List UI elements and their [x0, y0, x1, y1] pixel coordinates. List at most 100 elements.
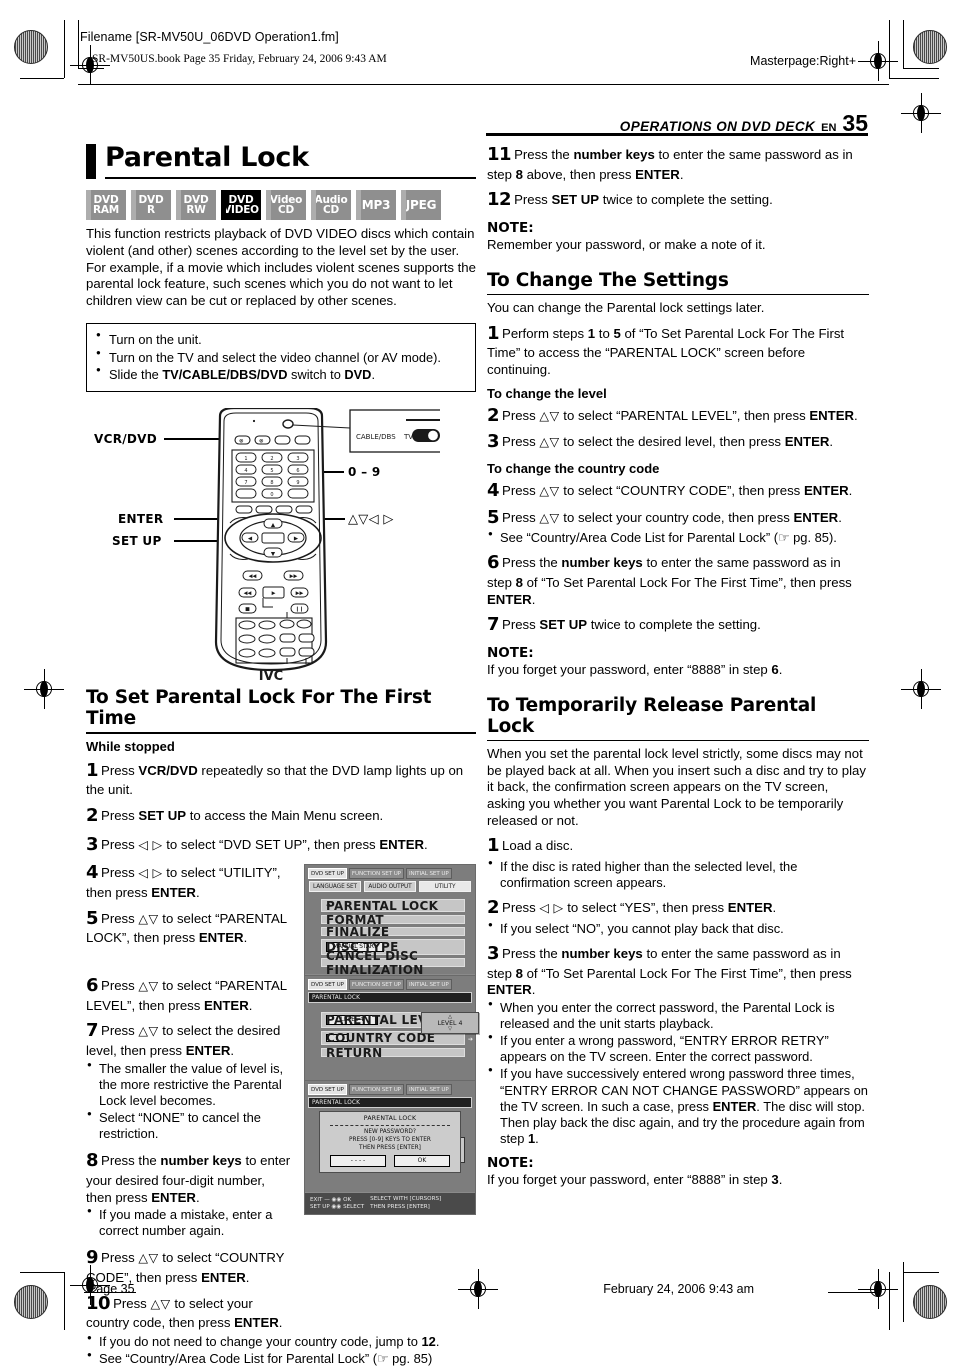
dialog-line-2: PRESS [0-9] KEYS TO ENTER	[349, 1137, 431, 1143]
osd-footer-exit: EXIT	[310, 1196, 323, 1203]
remote-label-vcr-dvd: VCR/DVD	[94, 432, 158, 447]
step-number: 4	[487, 479, 500, 501]
step-number: 1	[86, 759, 99, 781]
osd-tab-function-set-up[interactable]: FUNCTION SET UP	[348, 868, 404, 880]
svg-text:7: 7	[244, 480, 247, 486]
osd-level-popup[interactable]: △ LEVEL 4 ▽	[421, 1012, 479, 1034]
note-heading-2: NOTE:	[487, 645, 534, 662]
format-line2: CD	[322, 204, 340, 217]
step-6: 6 Press △▽ to select “PARENTAL LEVEL”, th…	[86, 975, 287, 1013]
osd-tab-function-set-up[interactable]: FUNCTION SET UP	[348, 979, 404, 990]
registration-target-left-mid	[24, 669, 64, 709]
osd-tab-initial-set-up[interactable]: INITIAL SET UP	[405, 868, 452, 880]
while-stopped-label: While stopped	[86, 738, 175, 754]
dialog-ok-button[interactable]: OK	[394, 1155, 450, 1167]
osd-tab-dvd-set-up[interactable]: DVD SET UP	[308, 979, 347, 990]
note-heading-1: NOTE:	[487, 219, 534, 236]
steps-4-5-text: 4 Press ◁ ▷ to select “UTILITY”, then pre…	[86, 862, 291, 947]
osd-password-dialog: PARENTAL LOCK NEW PASSWORD? PRESS [0-9] …	[319, 1111, 461, 1173]
book-print-line: SR-MV50US.book Page 35 Friday, February …	[92, 53, 387, 65]
svg-text:⊗: ⊗	[239, 439, 244, 445]
right-column: 11 Press the number keys to enter the sam…	[487, 140, 869, 1189]
change-level-step-3: 3 Press △▽ to select the desired level, t…	[487, 431, 834, 453]
osd-subtab-language-set[interactable]: LANGUAGE SET	[309, 881, 361, 893]
release-step-3-bullets: When you enter the correct password, the…	[487, 999, 869, 1147]
crop-line-top-left-v	[64, 20, 65, 78]
format-line1: JPEG	[405, 198, 437, 213]
step-number: 4	[86, 862, 99, 884]
dialog-line-3: THEN PRESS [ENTER]	[359, 1145, 421, 1151]
bullet-item: If the disc is rated higher than the sel…	[487, 858, 869, 891]
svg-text:0: 0	[270, 492, 273, 498]
crop-line-inner-right-h	[903, 68, 939, 69]
format-line2: RAM	[92, 204, 120, 217]
step-number: 5	[487, 506, 500, 528]
running-head-rule	[486, 133, 868, 136]
osd-tab-row: DVD SET UP FUNCTION SET UP INITIAL SET U…	[305, 865, 475, 880]
release-step-1: 1 Load a disc.	[487, 835, 574, 857]
osd-footer-hint-2: THEN PRESS [ENTER]	[370, 1203, 430, 1210]
header-divider-line	[78, 84, 889, 85]
osd-tab-initial-set-up[interactable]: INITIAL SET UP	[405, 979, 452, 990]
dialog-title: PARENTAL LOCK	[363, 1115, 417, 1122]
svg-text:◀◀: ◀◀	[249, 574, 257, 580]
step-number: 6	[487, 552, 500, 574]
format-line2: RW	[186, 204, 206, 217]
change-country-bullets: See “Country/Area Code List for Parental…	[487, 529, 869, 546]
osd-menu-item-finalize[interactable]: FINALIZE	[321, 924, 465, 939]
registration-circle-top-left	[14, 30, 48, 64]
osd-menu-item-return[interactable]: RETURN	[321, 1046, 465, 1060]
format-line2: CD	[277, 204, 295, 217]
osd-tab-dvd-set-up[interactable]: DVD SET UP	[308, 868, 347, 880]
osd-menu-label: PARENTAL LOCK	[326, 898, 439, 913]
osd-tab-function-set-up[interactable]: FUNCTION SET UP	[348, 1084, 404, 1095]
svg-text:▶▶: ▶▶	[296, 591, 304, 597]
note-body-3: If you forget your password, enter “8888…	[487, 1172, 783, 1188]
svg-text:▶▶: ▶▶	[290, 574, 298, 580]
osd-footer-keys: EXIT — ◉◉ OK SET UP ◉◉ SELECT	[310, 1196, 365, 1210]
format-line1: MP3	[361, 198, 391, 213]
step-number: 11	[487, 144, 512, 165]
osd-menu-label: CANCEL DISC FINALIZATION	[326, 948, 424, 977]
section-title-rule	[487, 293, 869, 296]
osd-menu-list: PARENTAL LEVEL LEVEL 4 COUNTRY CODE RETU…	[305, 1006, 479, 1064]
step-number: 7	[86, 1020, 99, 1042]
subheading-change-country-code: To change the country code	[487, 460, 660, 476]
intro-paragraph: This function restricts playback of DVD …	[86, 226, 476, 308]
osd-tab-row: DVD SET UP FUNCTION SET UP INITIAL SET U…	[305, 1081, 475, 1096]
svg-text:4: 4	[244, 468, 247, 474]
osd-banner-parental-lock: PARENTAL LOCK	[308, 992, 472, 1003]
section-title-rule	[487, 739, 869, 742]
svg-text:CABLE/DBS: CABLE/DBS	[356, 433, 396, 441]
osd-subtab-utility[interactable]: UTILITY	[419, 881, 471, 893]
step-number: 2	[487, 897, 500, 919]
osd-subtab-audio-output[interactable]: AUDIO OUTPUT	[364, 881, 416, 893]
format-icon-video-cd: Video CD	[266, 190, 306, 221]
prerequisites-box: Turn on the unit. Turn on the TV and sel…	[86, 323, 476, 393]
step-number: 8	[86, 1150, 99, 1172]
svg-text:■: ■	[245, 607, 250, 613]
release-step-3: 3 Press the number keys to enter the same…	[487, 943, 852, 998]
page-title: Parental Lock	[105, 142, 309, 173]
registration-circle-top-right	[913, 30, 947, 64]
svg-text:⊗: ⊗	[259, 439, 264, 445]
password-input-field[interactable]: - - - -	[330, 1155, 386, 1167]
osd-menu-item-cancel-disc-finalization[interactable]: CANCEL DISC FINALIZATION	[321, 949, 465, 977]
osd-tab-initial-set-up[interactable]: INITIAL SET UP	[405, 1084, 452, 1095]
osd-menu-item-format[interactable]: FORMAT	[321, 913, 465, 927]
osd-tab-dvd-set-up[interactable]: DVD SET UP	[308, 1084, 347, 1095]
dialog-divider	[330, 1125, 450, 1126]
osd-menu-item-parental-lock[interactable]: PARENTAL LOCK ➔	[321, 898, 465, 913]
crop-line-bot-right-h	[903, 1272, 939, 1273]
release-step-2-bullets: If you select “NO”, you cannot play back…	[487, 920, 869, 937]
left-column: Parental Lock DVD RAM DVD R DVD RW DVD V…	[86, 140, 479, 1367]
change-settings-intro: You can change the Parental lock setting…	[487, 300, 765, 316]
registration-target-right-mid2	[901, 669, 941, 709]
svg-text:1: 1	[244, 456, 247, 462]
osd-menu-label: FINALIZE	[326, 924, 390, 939]
svg-text:8: 8	[270, 480, 273, 486]
change-country-step-5: 5 Press △▽ to select your country code, t…	[487, 506, 842, 528]
svg-text:2: 2	[270, 456, 273, 462]
registration-target-right-mid	[901, 93, 941, 133]
prerequisite-item: Turn on the unit.	[96, 330, 466, 348]
